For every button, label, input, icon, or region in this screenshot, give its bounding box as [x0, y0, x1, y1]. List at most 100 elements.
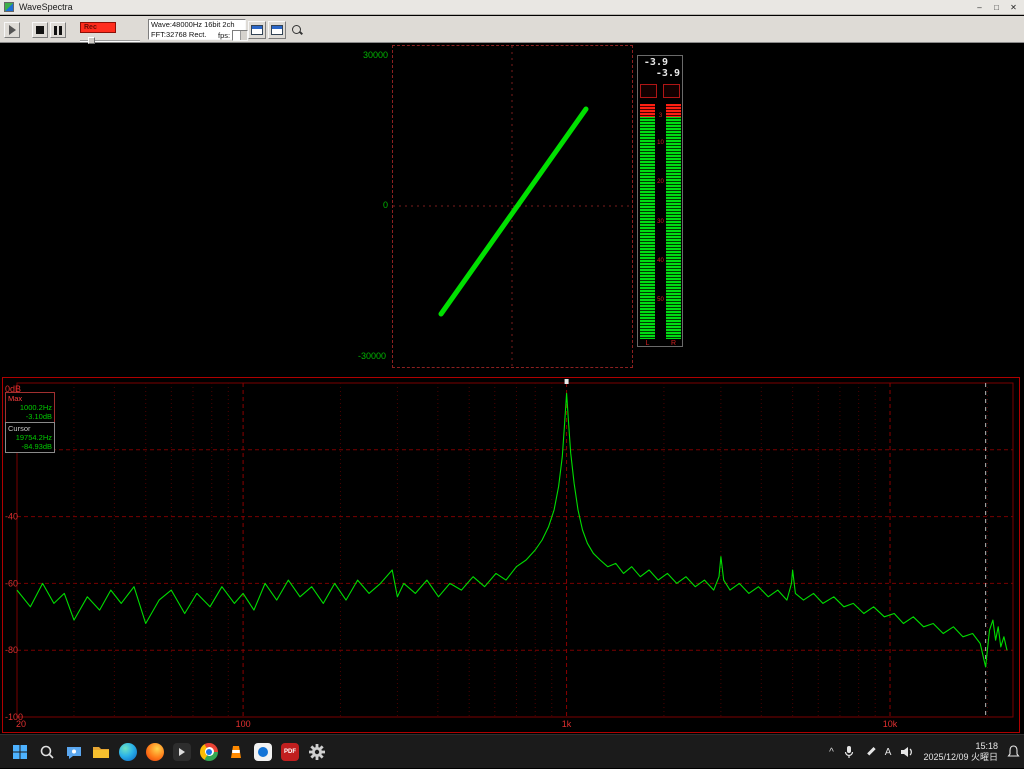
taskbar-start-button[interactable]	[8, 740, 32, 764]
svg-text:-60: -60	[5, 578, 18, 588]
pdf-icon: PDF	[281, 743, 299, 761]
max-label: Max	[8, 394, 52, 403]
left-level-readout: -3.9	[638, 57, 668, 68]
left-clip-segment	[640, 104, 655, 117]
cursor-level: -84.93dB	[8, 442, 52, 451]
meter-scale-label: 3	[656, 113, 665, 119]
edge-icon	[119, 743, 137, 761]
left-channel-label: L	[640, 340, 655, 347]
taskbar-vlc-button[interactable]	[224, 740, 248, 764]
lissajous-plot	[393, 46, 632, 367]
stop-button[interactable]	[32, 22, 48, 38]
vlc-cone-icon	[227, 743, 245, 761]
tray-clock[interactable]: 15:18 2025/12/09 火曜日	[923, 741, 998, 763]
max-frequency: 1000.2Hz	[8, 403, 52, 412]
meter-scale-label: 30	[656, 219, 665, 225]
tray-date: 2025/12/09 火曜日	[923, 752, 998, 763]
record-indicator[interactable]: Rec	[80, 22, 116, 33]
right-channel-label: R	[666, 340, 681, 347]
taskbar-settings-button[interactable]	[305, 740, 329, 764]
windows-logo-icon	[12, 744, 28, 760]
left-level-bar	[640, 104, 655, 339]
chrome-icon	[200, 743, 218, 761]
fft-settings-icon	[271, 25, 283, 35]
meter-scale-label: 40	[656, 258, 665, 264]
level-meter-panel: -3.9 -3.9 3 10 20 30 40 50 L R	[637, 55, 683, 347]
stop-icon	[36, 26, 44, 34]
firefox-icon	[146, 743, 164, 761]
microphone-icon[interactable]	[843, 745, 855, 759]
max-info-box: Max 1000.2Hz -3.10dB	[5, 392, 55, 423]
cursor-frequency: 19754.2Hz	[8, 433, 52, 442]
slider-thumb[interactable]	[88, 37, 95, 44]
play-icon	[9, 25, 16, 35]
taskbar-edge-button[interactable]	[116, 740, 140, 764]
svg-text:-40: -40	[5, 512, 18, 522]
cursor-label: Cursor	[8, 424, 52, 433]
cursor-info-box: Cursor 19754.2Hz -84.93dB	[5, 422, 55, 453]
right-level-readout: -3.9	[638, 68, 680, 79]
toolbar: Rec Wave:48000Hz 16bit 2ch FFT:32768 Rec…	[0, 16, 1024, 43]
app-icon	[4, 2, 14, 12]
meter-scale-label: 50	[656, 297, 665, 303]
gear-icon	[308, 743, 326, 761]
notification-bell-icon[interactable]	[1007, 745, 1020, 759]
fps-label: fps:	[218, 31, 230, 40]
tray-overflow-caret[interactable]: ^	[829, 747, 834, 758]
tray-time: 15:18	[923, 741, 998, 752]
volume-icon[interactable]	[900, 746, 914, 758]
taskbar-media-player-button[interactable]	[251, 740, 275, 764]
folder-icon	[92, 743, 110, 761]
close-button[interactable]: ✕	[1005, 0, 1022, 15]
svg-text:20: 20	[16, 719, 26, 729]
taskbar-chrome-button[interactable]	[197, 740, 221, 764]
svg-text:1k: 1k	[562, 719, 572, 729]
maximize-button[interactable]: □	[988, 0, 1005, 15]
taskbar-pdf-button[interactable]: PDF	[278, 740, 302, 764]
window-title: WaveSpectra	[19, 2, 73, 12]
level-slider[interactable]	[80, 37, 140, 44]
fps-spinner[interactable]	[232, 30, 248, 41]
wavespectra-window: WaveSpectra – □ ✕ Rec Wave:48000Hz 16bit…	[0, 0, 1024, 768]
wave-settings-button[interactable]	[248, 21, 266, 39]
meter-scale: 3 10 20 30 40 50	[656, 104, 665, 339]
play-button[interactable]	[4, 22, 20, 38]
left-peak-box	[640, 84, 657, 98]
media-app-icon	[173, 743, 191, 761]
meter-scale-label: 10	[656, 140, 665, 146]
title-bar[interactable]: WaveSpectra – □ ✕	[0, 0, 1024, 15]
scope-min-label: -30000	[344, 351, 386, 361]
wave-settings-icon	[251, 25, 263, 35]
scope-max-label: 30000	[346, 50, 388, 60]
right-level-bar	[666, 104, 681, 339]
pause-button[interactable]	[50, 22, 66, 38]
spectrum-panel: 0dB-20-40-60-80-100201001k10k Max 1000.2…	[2, 377, 1020, 733]
minimize-button[interactable]: –	[971, 0, 988, 15]
svg-text:10k: 10k	[883, 719, 898, 729]
scope-zero-label: 0	[346, 200, 388, 210]
right-peak-box	[663, 84, 680, 98]
fft-settings-button[interactable]	[268, 21, 286, 39]
right-clip-segment	[666, 104, 681, 117]
search-icon	[39, 744, 55, 760]
pause-icon	[54, 26, 62, 35]
taskbar-chat-button[interactable]	[62, 740, 86, 764]
chat-icon	[65, 743, 83, 761]
taskbar: PDF ^	[0, 734, 1024, 768]
svg-text:100: 100	[236, 719, 251, 729]
lissajous-display	[392, 45, 633, 368]
spectrum-plot[interactable]: 0dB-20-40-60-80-100201001k10k	[3, 378, 1019, 732]
wave-format-text: Wave:48000Hz 16bit 2ch	[151, 20, 243, 30]
taskbar-search-button[interactable]	[35, 740, 59, 764]
max-level: -3.10dB	[8, 412, 52, 421]
meter-scale-label: 20	[656, 179, 665, 185]
ime-indicator[interactable]: A	[885, 747, 892, 758]
media-player-icon	[254, 743, 272, 761]
svg-text:-80: -80	[5, 645, 18, 655]
pen-icon[interactable]	[864, 746, 876, 758]
zoom-button[interactable]	[288, 21, 306, 39]
taskbar-dark-app-button[interactable]	[170, 740, 194, 764]
taskbar-file-explorer-button[interactable]	[89, 740, 113, 764]
taskbar-firefox-button[interactable]	[143, 740, 167, 764]
magnifier-icon	[292, 25, 303, 36]
